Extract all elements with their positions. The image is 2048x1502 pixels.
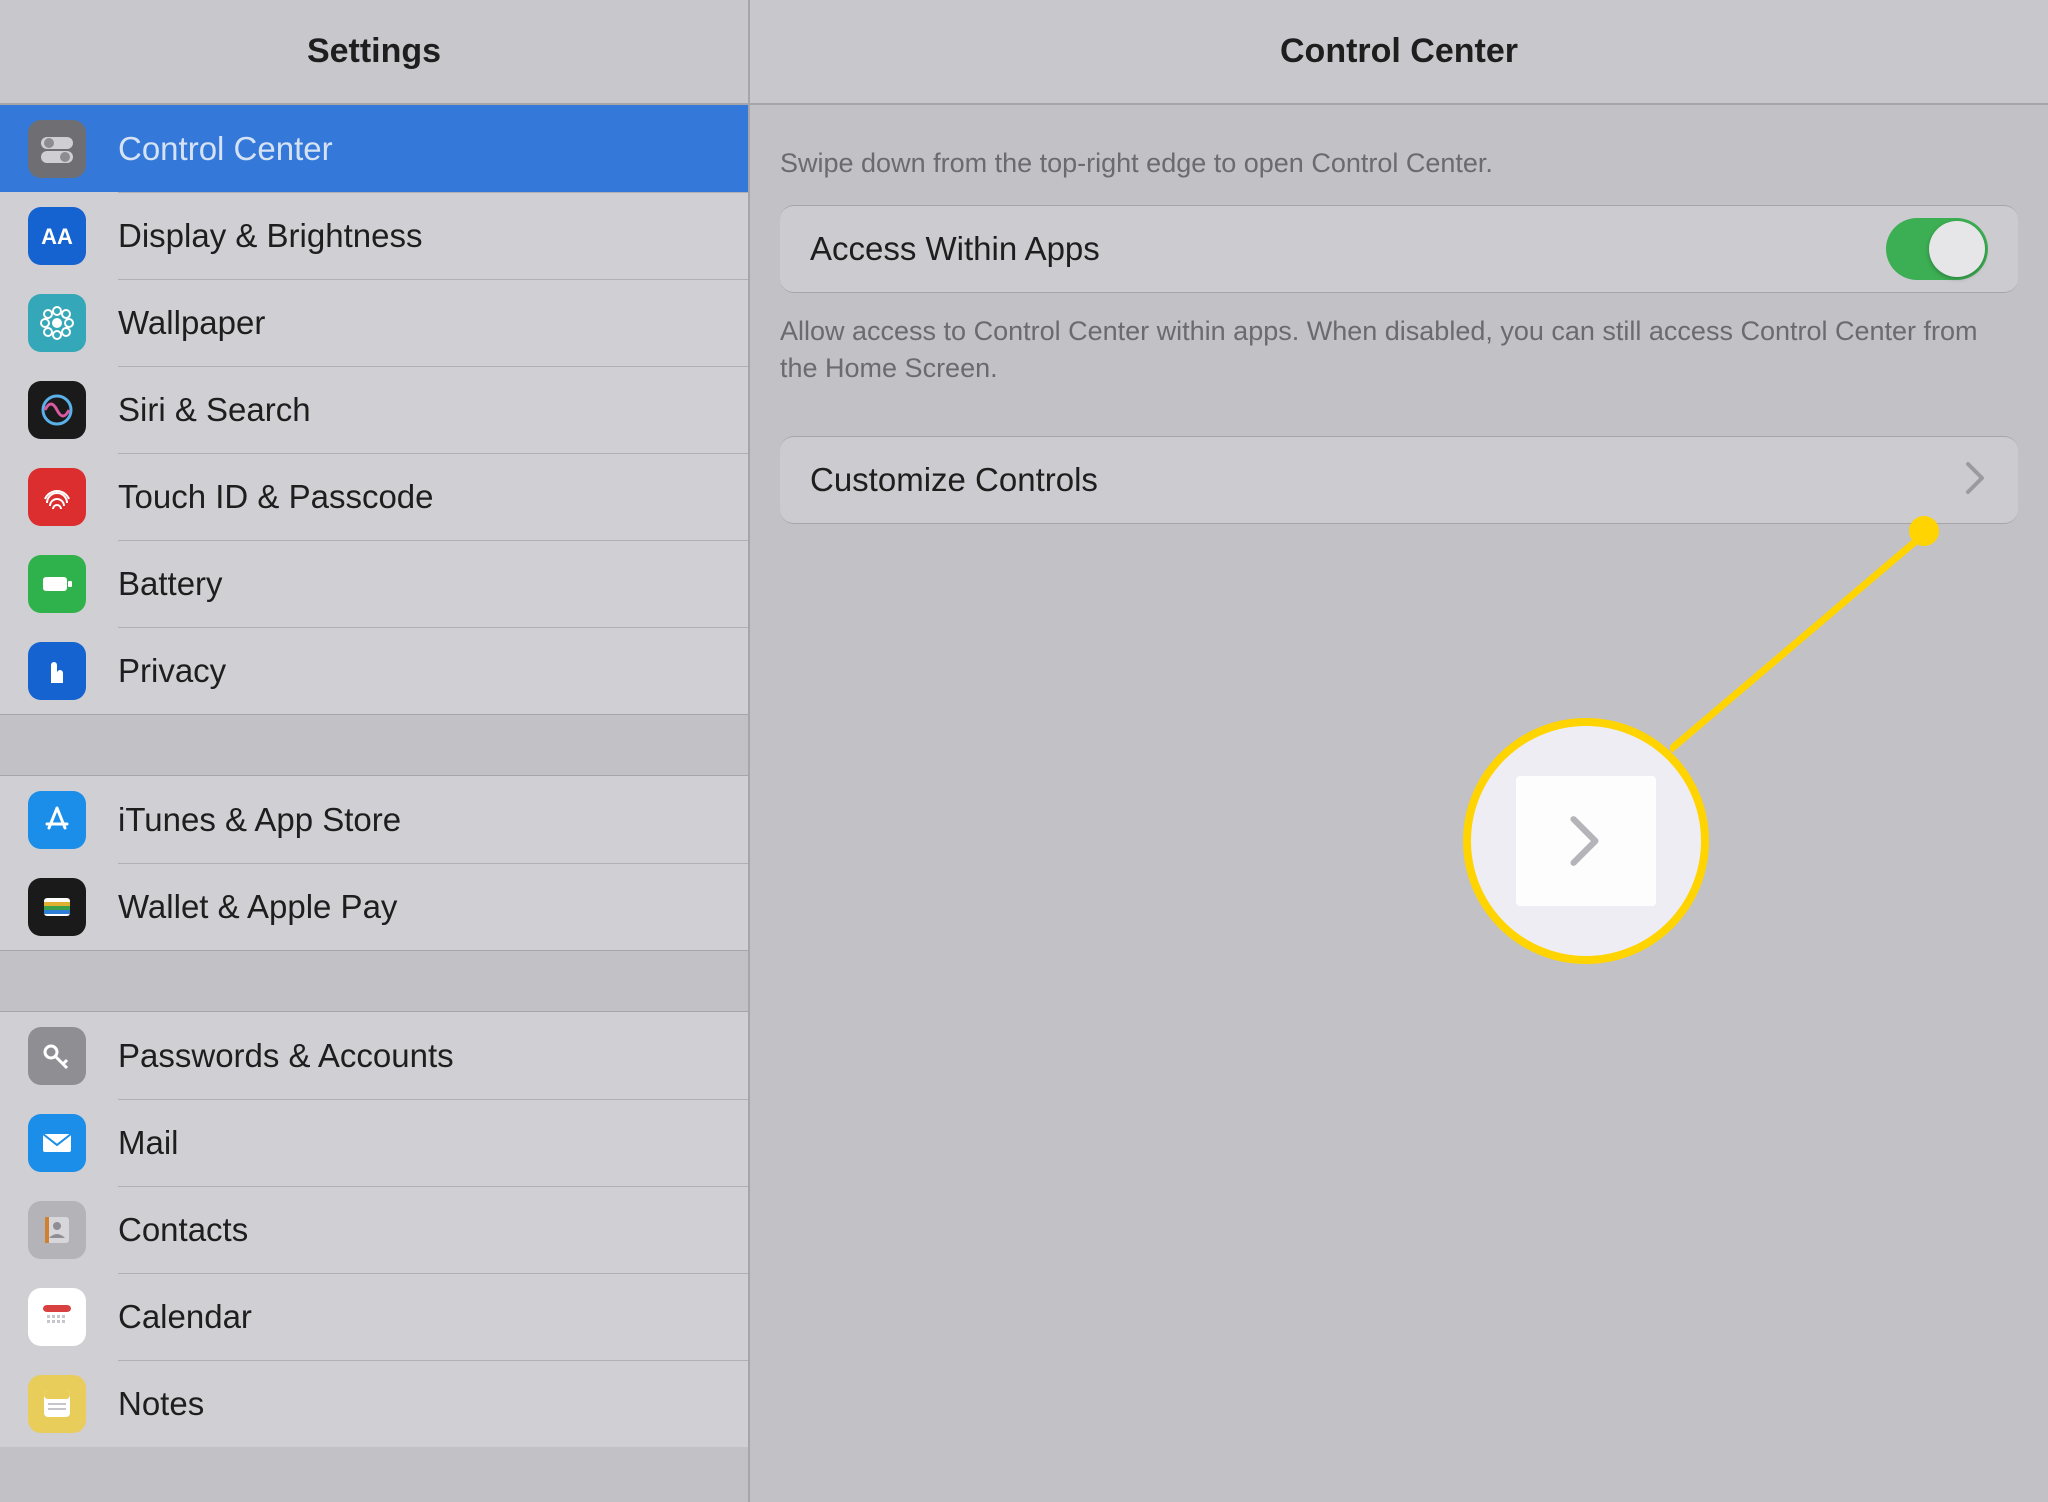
sidebar-item-label: Wallpaper	[118, 304, 265, 342]
sidebar-item-display-brightness[interactable]: Display & Brightness	[0, 192, 748, 279]
sidebar-item-passwords[interactable]: Passwords & Accounts	[0, 1012, 748, 1099]
sidebar-item-label: Battery	[118, 565, 223, 603]
sidebar-item-label: Calendar	[118, 1298, 252, 1336]
appstore-icon	[28, 791, 86, 849]
detail-body: Swipe down from the top-right edge to op…	[750, 105, 2048, 1502]
access-toggle[interactable]	[1886, 218, 1988, 280]
detail-title: Control Center	[1280, 32, 1518, 71]
aa-icon	[28, 207, 86, 265]
notes-icon	[28, 1375, 86, 1433]
access-caption: Allow access to Control Center within ap…	[750, 293, 2048, 410]
chevron-right-icon	[1964, 460, 1988, 501]
customize-label: Customize Controls	[810, 461, 1954, 499]
battery-icon	[28, 555, 86, 613]
flower-icon	[28, 294, 86, 352]
sidebar-item-label: Contacts	[118, 1211, 248, 1249]
sidebar-item-touch-id[interactable]: Touch ID & Passcode	[0, 453, 748, 540]
sidebar-item-calendar[interactable]: Calendar	[0, 1273, 748, 1360]
sidebar: Settings Control Center Display & Brightn…	[0, 0, 750, 1502]
hand-icon	[28, 642, 86, 700]
sidebar-item-label: Control Center	[118, 130, 333, 168]
sidebar-item-itunes[interactable]: iTunes & App Store	[0, 776, 748, 863]
sidebar-item-control-center[interactable]: Control Center	[0, 105, 748, 192]
sidebar-item-contacts[interactable]: Contacts	[0, 1186, 748, 1273]
calendar-icon	[28, 1288, 86, 1346]
sidebar-item-battery[interactable]: Battery	[0, 540, 748, 627]
sidebar-item-label: Wallet & Apple Pay	[118, 888, 397, 926]
contacts-icon	[28, 1201, 86, 1259]
sidebar-item-mail[interactable]: Mail	[0, 1099, 748, 1186]
sidebar-item-label: iTunes & App Store	[118, 801, 401, 839]
sidebar-item-wallpaper[interactable]: Wallpaper	[0, 279, 748, 366]
access-label: Access Within Apps	[810, 230, 1886, 268]
sidebar-item-notes[interactable]: Notes	[0, 1360, 748, 1447]
sidebar-item-privacy[interactable]: Privacy	[0, 627, 748, 714]
customize-controls-cell[interactable]: Customize Controls	[780, 436, 2018, 524]
key-icon	[28, 1027, 86, 1085]
sidebar-header: Settings	[0, 0, 748, 105]
sidebar-item-wallet[interactable]: Wallet & Apple Pay	[0, 863, 748, 950]
siri-icon	[28, 381, 86, 439]
wallet-icon	[28, 878, 86, 936]
sidebar-title: Settings	[307, 32, 441, 71]
detail-header: Control Center	[750, 0, 2048, 105]
sidebar-item-label: Mail	[118, 1124, 179, 1162]
sidebar-item-label: Privacy	[118, 652, 226, 690]
toggle-knob	[1929, 221, 1985, 277]
detail-pane: Control Center Swipe down from the top-r…	[750, 0, 2048, 1502]
sidebar-item-siri-search[interactable]: Siri & Search	[0, 366, 748, 453]
sidebar-group-gap	[0, 714, 748, 776]
sidebar-item-label: Siri & Search	[118, 391, 311, 429]
fingerprint-icon	[28, 468, 86, 526]
hint-caption: Swipe down from the top-right edge to op…	[750, 105, 2048, 205]
sidebar-item-label: Touch ID & Passcode	[118, 478, 434, 516]
sidebar-item-label: Passwords & Accounts	[118, 1037, 454, 1075]
cc-icon	[28, 120, 86, 178]
sidebar-group-gap	[0, 950, 748, 1012]
sidebar-item-label: Display & Brightness	[118, 217, 422, 255]
access-within-apps-cell[interactable]: Access Within Apps	[780, 205, 2018, 293]
mail-icon	[28, 1114, 86, 1172]
sidebar-item-label: Notes	[118, 1385, 204, 1423]
